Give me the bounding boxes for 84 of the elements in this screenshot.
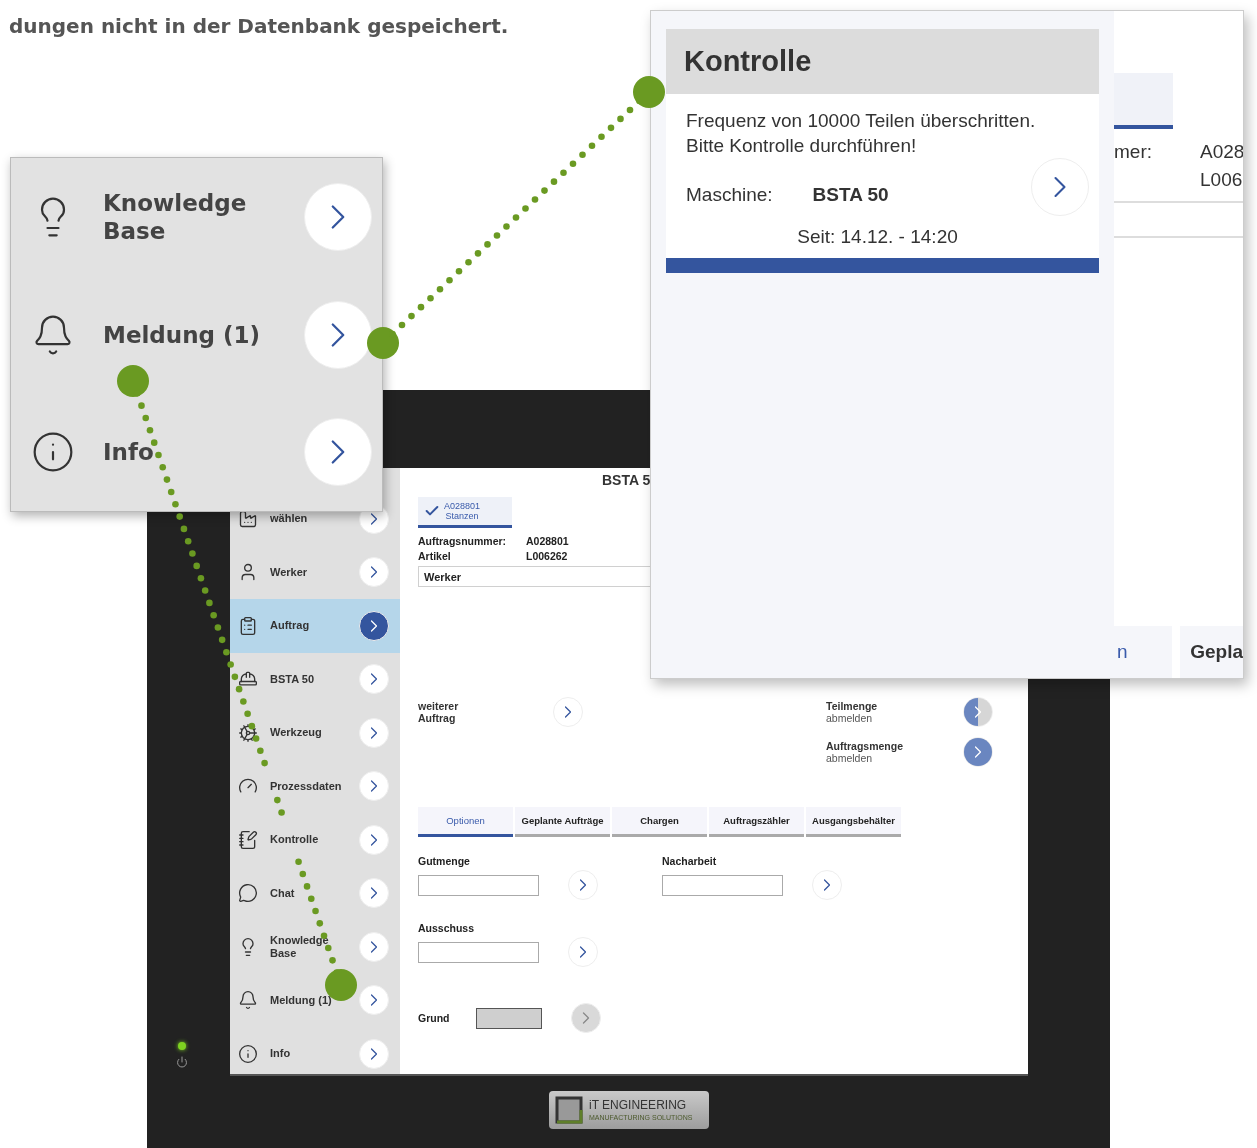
sidebar-label: wählen xyxy=(270,512,309,526)
sidebar-item[interactable]: Werkzeug xyxy=(230,706,400,760)
sidebar-label: Werker xyxy=(270,565,309,579)
sidebar-label: Auftrag xyxy=(270,619,311,633)
callout-label: Knowledge Base xyxy=(103,188,248,245)
logo-name: iT ENGINEERING xyxy=(589,1099,688,1111)
info-value: L006 xyxy=(1200,169,1243,191)
field-label: Nacharbeit xyxy=(662,855,717,867)
logo-square-icon xyxy=(555,1096,583,1124)
info-label: Artikel xyxy=(418,550,452,562)
sidebar-label: BSTA 50 xyxy=(270,672,315,686)
sidebar-label: Info xyxy=(270,1047,292,1061)
action-label: Teilmenge xyxy=(826,700,879,712)
callout-label: Meldung (1) xyxy=(103,320,262,349)
callout-label: Info xyxy=(103,438,155,467)
field-label: Gutmenge xyxy=(418,855,470,867)
arrow-button[interactable] xyxy=(812,870,842,900)
chip-text: Stanzen xyxy=(445,511,479,521)
sidebar-item[interactable]: Info xyxy=(230,1027,400,1074)
info-label: Auftragsnummer: xyxy=(418,535,508,547)
tab[interactable]: Auftragszähler xyxy=(709,807,804,837)
notebook-icon xyxy=(238,829,258,850)
sidebar-label: Kontrolle xyxy=(270,833,320,847)
input-field[interactable] xyxy=(418,941,539,963)
chat-bubble-icon xyxy=(238,883,258,904)
info-label: mer: xyxy=(1114,141,1153,163)
arrow-button[interactable] xyxy=(359,1038,389,1069)
arrow-button[interactable] xyxy=(359,824,389,855)
action-sublabel: abmelden xyxy=(826,752,874,764)
sidebar-label: Knowledge Base xyxy=(270,933,330,960)
info-value: L006262 xyxy=(526,550,569,562)
arrow-button[interactable] xyxy=(359,557,389,588)
arrow-button[interactable] xyxy=(359,717,389,748)
input-field[interactable] xyxy=(418,874,539,896)
tab[interactable]: n xyxy=(1114,626,1173,678)
intro-text: dungen nicht in der Datenbank gespeichert. xyxy=(8,13,510,40)
screen-title: BSTA 5 xyxy=(602,471,651,489)
tab[interactable]: Ausgangsbehälter xyxy=(806,807,901,837)
arrow-button[interactable] xyxy=(359,610,389,641)
sidebar-label: Meldung (1) xyxy=(270,993,333,1007)
tab[interactable]: Chargen xyxy=(612,807,707,837)
arrow-button[interactable] xyxy=(568,937,598,967)
order-chip[interactable]: A028801 Stanzen xyxy=(418,497,512,528)
sidebar-label: Prozessdaten xyxy=(270,779,343,793)
action-label: weiterer Auftrag xyxy=(418,700,460,724)
sidebar-label: Werkzeug xyxy=(270,726,323,740)
sidebar-item[interactable]: Werker xyxy=(230,545,400,599)
since-text: Seit: 14.12. - 14:20 xyxy=(796,226,959,248)
info-value: A028 xyxy=(1200,141,1243,163)
arrow-button[interactable] xyxy=(963,737,993,767)
sidebar-item[interactable]: Chat xyxy=(230,866,400,920)
arrow-button[interactable] xyxy=(359,664,389,695)
field-label: Grund xyxy=(418,1012,451,1024)
info-icon xyxy=(238,1043,258,1064)
tab[interactable]: Gepla xyxy=(1180,626,1243,678)
bell-icon xyxy=(238,990,258,1011)
arrow-button[interactable] xyxy=(359,771,389,802)
chip-text: A028801 xyxy=(444,501,481,511)
tab[interactable]: Geplante Aufträge xyxy=(515,807,610,837)
sidebar-item[interactable]: BSTA 50 xyxy=(230,652,400,706)
power-icon[interactable] xyxy=(175,1056,188,1068)
field-label: Ausschuss xyxy=(418,922,475,934)
arrow-button[interactable] xyxy=(359,931,389,962)
info-value: A028801 xyxy=(526,535,569,547)
arrow-button[interactable] xyxy=(359,985,389,1016)
machine-label: Maschine: xyxy=(686,184,773,206)
status-led xyxy=(177,1042,186,1050)
arrow-button[interactable] xyxy=(568,870,598,900)
action-label: Auftragsmenge xyxy=(826,740,904,752)
arrow-button[interactable] xyxy=(963,697,993,727)
input-field[interactable] xyxy=(662,874,783,896)
sidebar-item[interactable]: Auftrag xyxy=(230,599,400,653)
sidebar-item[interactable]: Prozessdaten xyxy=(230,759,400,813)
card-title: Kontrolle xyxy=(666,29,1099,94)
machine-value: BSTA 50 xyxy=(812,184,889,206)
arrow-button[interactable] xyxy=(553,697,583,727)
clipboard-icon xyxy=(238,615,258,636)
sidebar-item[interactable]: Kontrolle xyxy=(230,813,400,867)
message-text: Frequenz von 10000 Teilen überschritten. Bitte Kontrolle durchführen! xyxy=(686,109,1037,158)
cog-icon xyxy=(238,722,258,743)
sidebar-label: Chat xyxy=(270,886,296,900)
action-sublabel: abmelden xyxy=(826,712,874,724)
arrow-button[interactable] xyxy=(359,878,389,909)
tab[interactable]: Optionen xyxy=(418,807,513,837)
